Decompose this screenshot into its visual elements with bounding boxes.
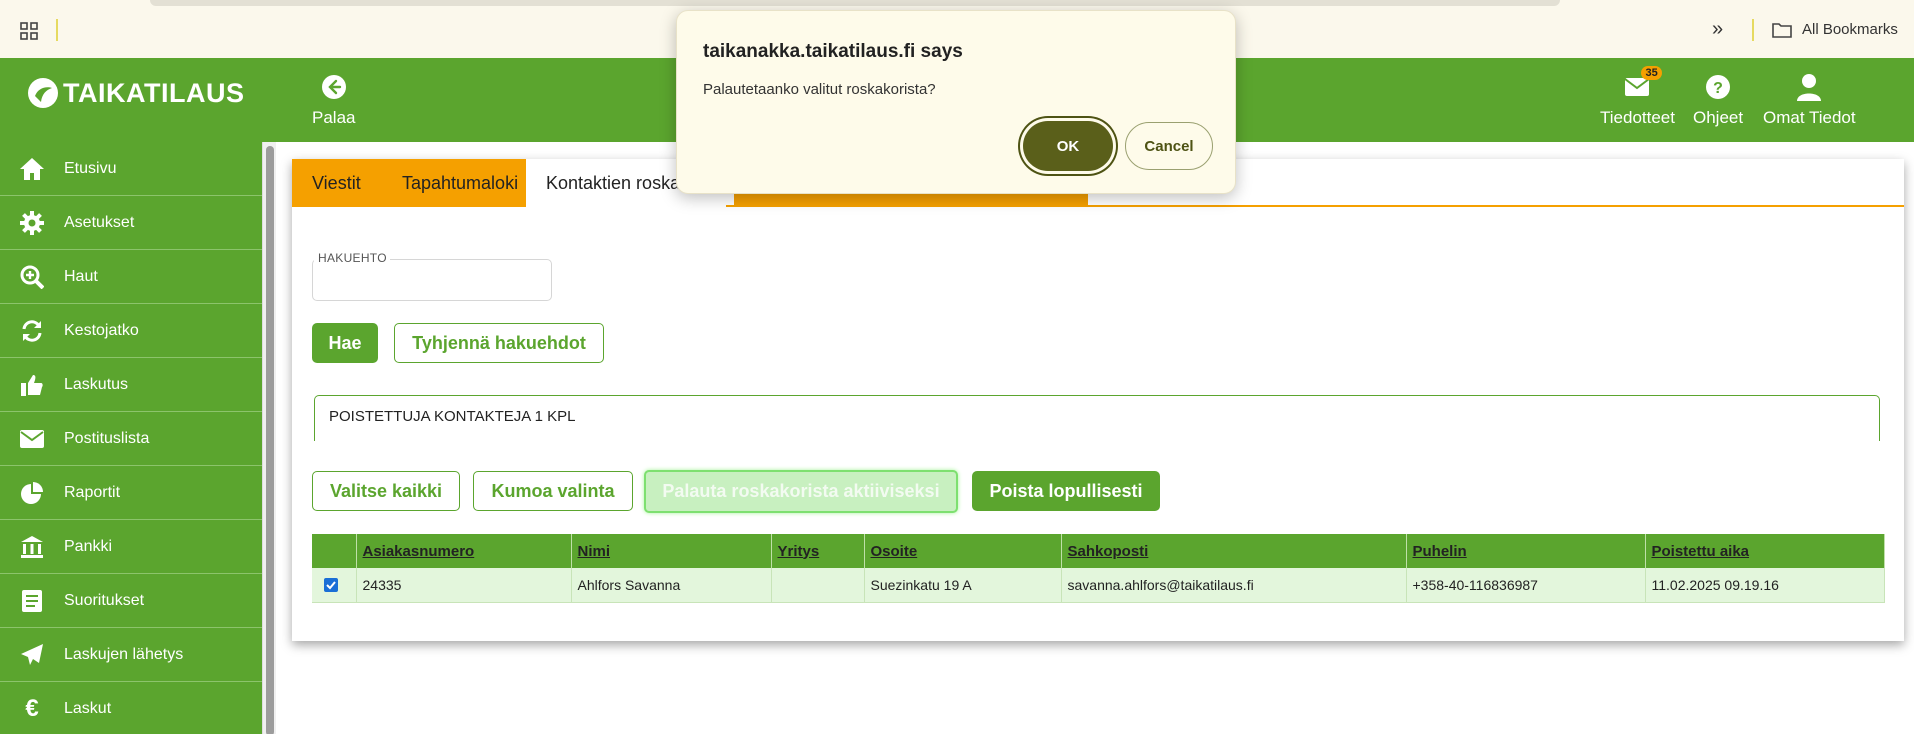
column-header-sahkoposti[interactable]: Sahkoposti xyxy=(1061,534,1407,568)
column-header-poistettu-aika[interactable]: Poistettu aika xyxy=(1645,534,1885,568)
row-checkbox-cell xyxy=(312,568,357,603)
sidebar-item-label: Pankki xyxy=(64,537,113,555)
sidebar-item-label: Laskutus xyxy=(64,375,129,393)
folder-icon xyxy=(1772,22,1792,38)
cell-customer-number: 24335 xyxy=(356,568,572,603)
tab-viestit[interactable]: Viestit xyxy=(292,159,382,207)
back-button[interactable]: Palaa xyxy=(312,70,355,128)
table-header-row: Asiakasnumero Nimi Yritys Osoite Sahkopo… xyxy=(312,534,1885,568)
select-column-header xyxy=(312,534,357,568)
sidebar-item-label: Asetukset xyxy=(64,213,135,231)
apps-grid-icon[interactable] xyxy=(20,22,38,40)
help-button[interactable]: ? Ohjeet xyxy=(1693,70,1743,128)
row-checkbox[interactable] xyxy=(324,577,338,592)
arrow-left-circle-icon xyxy=(321,75,346,99)
column-header-puhelin[interactable]: Puhelin xyxy=(1406,534,1646,568)
notifications-badge: 35 xyxy=(1641,66,1662,80)
logo[interactable]: TAIKATILAUS xyxy=(26,76,244,110)
sidebar-item-laskut[interactable]: € Laskut xyxy=(0,682,262,734)
dialog-ok-button[interactable]: OK xyxy=(1023,121,1113,171)
logo-text: TAIKATILAUS xyxy=(63,77,245,108)
profile-button[interactable]: Omat Tiedot xyxy=(1763,70,1856,128)
notifications-button[interactable]: 35 Tiedotteet xyxy=(1600,66,1675,128)
sidebar-scrollbar[interactable] xyxy=(262,142,276,734)
zoom-in-icon xyxy=(20,265,44,289)
sidebar: Etusivu Asetukset Haut Kestojatko Laskut… xyxy=(0,142,262,734)
bookmark-separator xyxy=(56,19,58,41)
cell-email: savanna.ahlfors@taikatilaus.fi xyxy=(1061,568,1407,603)
delete-permanently-button[interactable]: Poista lopullisesti xyxy=(972,471,1160,511)
dialog-cancel-button[interactable]: Cancel xyxy=(1125,122,1213,170)
column-header-osoite[interactable]: Osoite xyxy=(864,534,1062,568)
bank-icon xyxy=(21,535,43,558)
all-bookmarks-button[interactable]: All Bookmarks xyxy=(1772,21,1898,38)
cell-deleted-time: 11.02.2025 09.19.16 xyxy=(1645,568,1885,603)
cell-company xyxy=(771,568,865,603)
sidebar-item-label: Etusivu xyxy=(64,159,117,177)
logo-icon xyxy=(28,78,58,108)
deleted-count-text: POISTETTUJA KONTAKTEJA 1 KPL xyxy=(329,408,576,425)
sidebar-item-laskujen-lahetys[interactable]: Laskujen lähetys xyxy=(0,628,262,682)
column-header-asiakasnumero[interactable]: Asiakasnumero xyxy=(356,534,572,568)
search-button[interactable]: Hae xyxy=(312,323,378,363)
thumbs-up-icon xyxy=(21,374,43,396)
sidebar-item-label: Postituslista xyxy=(64,429,150,447)
cell-address: Suezinkatu 19 A xyxy=(864,568,1062,603)
table-row[interactable]: 24335 Ahlfors Savanna Suezinkatu 19 A sa… xyxy=(312,568,1885,603)
notifications-label: Tiedotteet xyxy=(1600,108,1675,127)
clear-search-button[interactable]: Tyhjennä hakuehdot xyxy=(394,323,604,363)
help-label: Ohjeet xyxy=(1693,108,1744,127)
pie-chart-icon xyxy=(21,481,43,504)
refresh-icon xyxy=(22,319,42,342)
book-icon xyxy=(22,589,42,612)
sidebar-item-label: Laskut xyxy=(64,699,112,717)
deleted-count-box: POISTETTUJA KONTAKTEJA 1 KPL xyxy=(314,395,1880,441)
sidebar-item-label: Laskujen lähetys xyxy=(64,645,184,663)
cell-phone: +358-40-116836987 xyxy=(1406,568,1646,603)
bookmark-separator xyxy=(1752,19,1754,41)
sidebar-item-postituslista[interactable]: Postituslista xyxy=(0,412,262,466)
sidebar-item-raportit[interactable]: Raportit xyxy=(0,466,262,520)
sidebar-item-kestojatko[interactable]: Kestojatko xyxy=(0,304,262,358)
envelope-icon xyxy=(20,429,44,448)
search-field-label: HAKUEHTO xyxy=(318,251,387,265)
euro-icon: € xyxy=(25,694,39,722)
restore-button[interactable]: Palauta roskakorista aktiiviseksi xyxy=(644,470,958,513)
column-header-yritys[interactable]: Yritys xyxy=(771,534,865,568)
bookmarks-overflow-button[interactable]: » xyxy=(1712,18,1723,41)
sidebar-item-etusivu[interactable]: Etusivu xyxy=(0,142,262,196)
envelope-icon xyxy=(1624,78,1651,96)
sidebar-item-label: Suoritukset xyxy=(64,591,145,609)
sidebar-item-label: Raportit xyxy=(64,483,121,501)
gear-icon xyxy=(20,210,44,235)
sidebar-item-laskutus[interactable]: Laskutus xyxy=(0,358,262,412)
sidebar-item-suoritukset[interactable]: Suoritukset xyxy=(0,574,262,628)
checkmark-icon xyxy=(326,581,336,590)
svg-text:?: ? xyxy=(1713,80,1723,97)
back-label: Palaa xyxy=(312,108,356,127)
select-all-button[interactable]: Valitse kaikki xyxy=(312,471,460,511)
dialog-message: Palautetaanko valitut roskakorista? xyxy=(703,81,936,98)
home-icon xyxy=(20,157,44,180)
address-bar-edge xyxy=(150,0,1560,6)
main-panel: Viestit Tapahtumaloki Kontaktien roska H… xyxy=(292,159,1904,641)
confirm-dialog: taikanakka.taikatilaus.fi says Palauteta… xyxy=(676,10,1236,194)
sidebar-item-haut[interactable]: Haut xyxy=(0,250,262,304)
sidebar-item-label: Haut xyxy=(64,267,98,285)
tab-tapahtumaloki[interactable]: Tapahtumaloki xyxy=(382,159,526,207)
cell-name: Ahlfors Savanna xyxy=(571,568,772,603)
deselect-button[interactable]: Kumoa valinta xyxy=(473,471,633,511)
column-header-nimi[interactable]: Nimi xyxy=(571,534,772,568)
paper-plane-icon xyxy=(21,643,43,665)
sidebar-item-label: Kestojatko xyxy=(64,321,139,339)
all-bookmarks-label: All Bookmarks xyxy=(1802,21,1898,38)
user-icon xyxy=(1797,74,1822,101)
dialog-title: taikanakka.taikatilaus.fi says xyxy=(703,41,963,62)
question-circle-icon: ? xyxy=(1706,75,1731,99)
sidebar-item-pankki[interactable]: Pankki xyxy=(0,520,262,574)
scrollbar-thumb[interactable] xyxy=(266,146,274,734)
deleted-contacts-table: Asiakasnumero Nimi Yritys Osoite Sahkopo… xyxy=(312,534,1885,603)
sidebar-item-asetukset[interactable]: Asetukset xyxy=(0,196,262,250)
profile-label: Omat Tiedot xyxy=(1763,108,1856,127)
